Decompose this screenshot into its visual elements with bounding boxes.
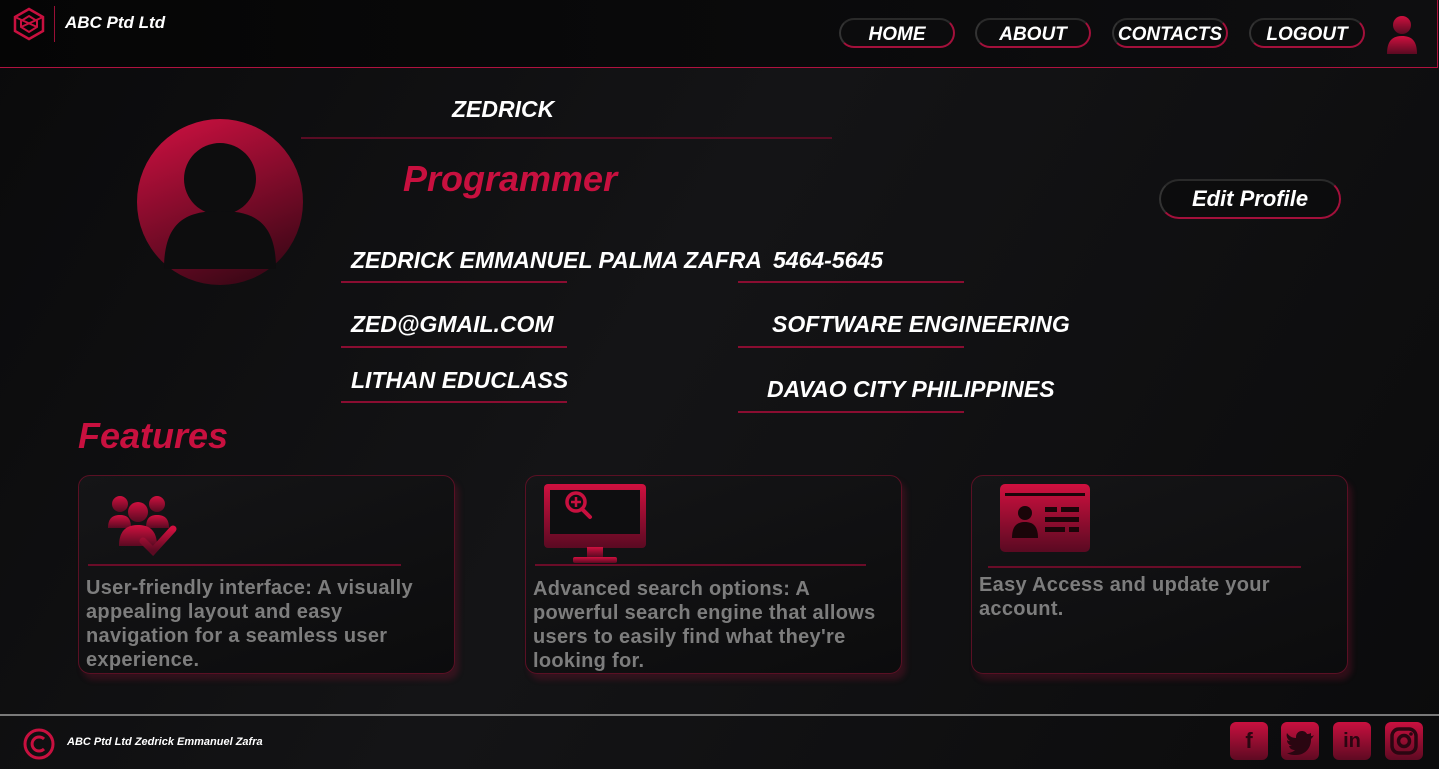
instagram-icon[interactable] (1385, 722, 1423, 760)
feature-card: Easy Access and update your account. (971, 475, 1348, 674)
top-navbar: ABC Ptd Ltd HOME ABOUT CONTACTS LOGOUT (0, 0, 1438, 68)
profile-username: ZEDRICK (452, 96, 555, 122)
nav-about[interactable]: ABOUT (975, 18, 1091, 48)
footer-divider (0, 714, 1439, 716)
feature-card: User-friendly interface: A visually appe… (78, 475, 455, 674)
field-underline (341, 401, 567, 403)
nav-contacts[interactable]: CONTACTS (1112, 18, 1228, 48)
profile-role: Programmer (403, 158, 618, 199)
user-account-icon[interactable] (1385, 14, 1419, 54)
features-heading: Features (78, 415, 229, 456)
nav-logout[interactable]: LOGOUT (1249, 18, 1365, 48)
nav-home[interactable]: HOME (839, 18, 955, 48)
profile-email: ZED@GMAIL.COM (351, 311, 554, 337)
footer-copyright: ABC Ptd Ltd Zedrick Emmanuel Zafra (67, 736, 263, 748)
profile-phone: 5464-5645 (773, 247, 883, 273)
feature-text: Easy Access and update your account. (979, 574, 1270, 620)
card-divider (88, 564, 401, 566)
feature-text: User-friendly interface: A visually appe… (86, 577, 413, 671)
logo-icon[interactable] (12, 7, 46, 41)
linkedin-icon[interactable]: in (1333, 722, 1371, 760)
username-divider (301, 137, 832, 139)
field-underline (738, 346, 964, 348)
edit-profile-button[interactable]: Edit Profile (1159, 179, 1341, 219)
facebook-icon[interactable]: f (1230, 722, 1268, 760)
feature-text: Advanced search options: A powerful sear… (533, 578, 876, 672)
feature-card: Advanced search options: A powerful sear… (525, 475, 902, 674)
field-underline (738, 411, 964, 413)
copyright-icon (23, 728, 55, 760)
profile-location: DAVAO CITY PHILIPPINES (767, 376, 1055, 402)
field-underline (341, 346, 567, 348)
monitor-search-icon (544, 484, 646, 563)
users-check-icon (108, 496, 177, 556)
profile-school: LITHAN EDUCLASS (351, 367, 569, 393)
logo-divider (54, 6, 55, 42)
field-underline (738, 281, 964, 283)
field-underline (341, 281, 567, 283)
card-divider (535, 564, 866, 566)
profile-course: SOFTWARE ENGINEERING (772, 311, 1070, 337)
brand-name: ABC Ptd Ltd (65, 13, 166, 32)
twitter-icon[interactable] (1281, 722, 1319, 760)
profile-avatar (137, 119, 303, 285)
card-divider (988, 566, 1301, 568)
id-card-icon (1000, 484, 1090, 552)
profile-full-name: ZEDRICK EMMANUEL PALMA ZAFRA (351, 247, 762, 273)
